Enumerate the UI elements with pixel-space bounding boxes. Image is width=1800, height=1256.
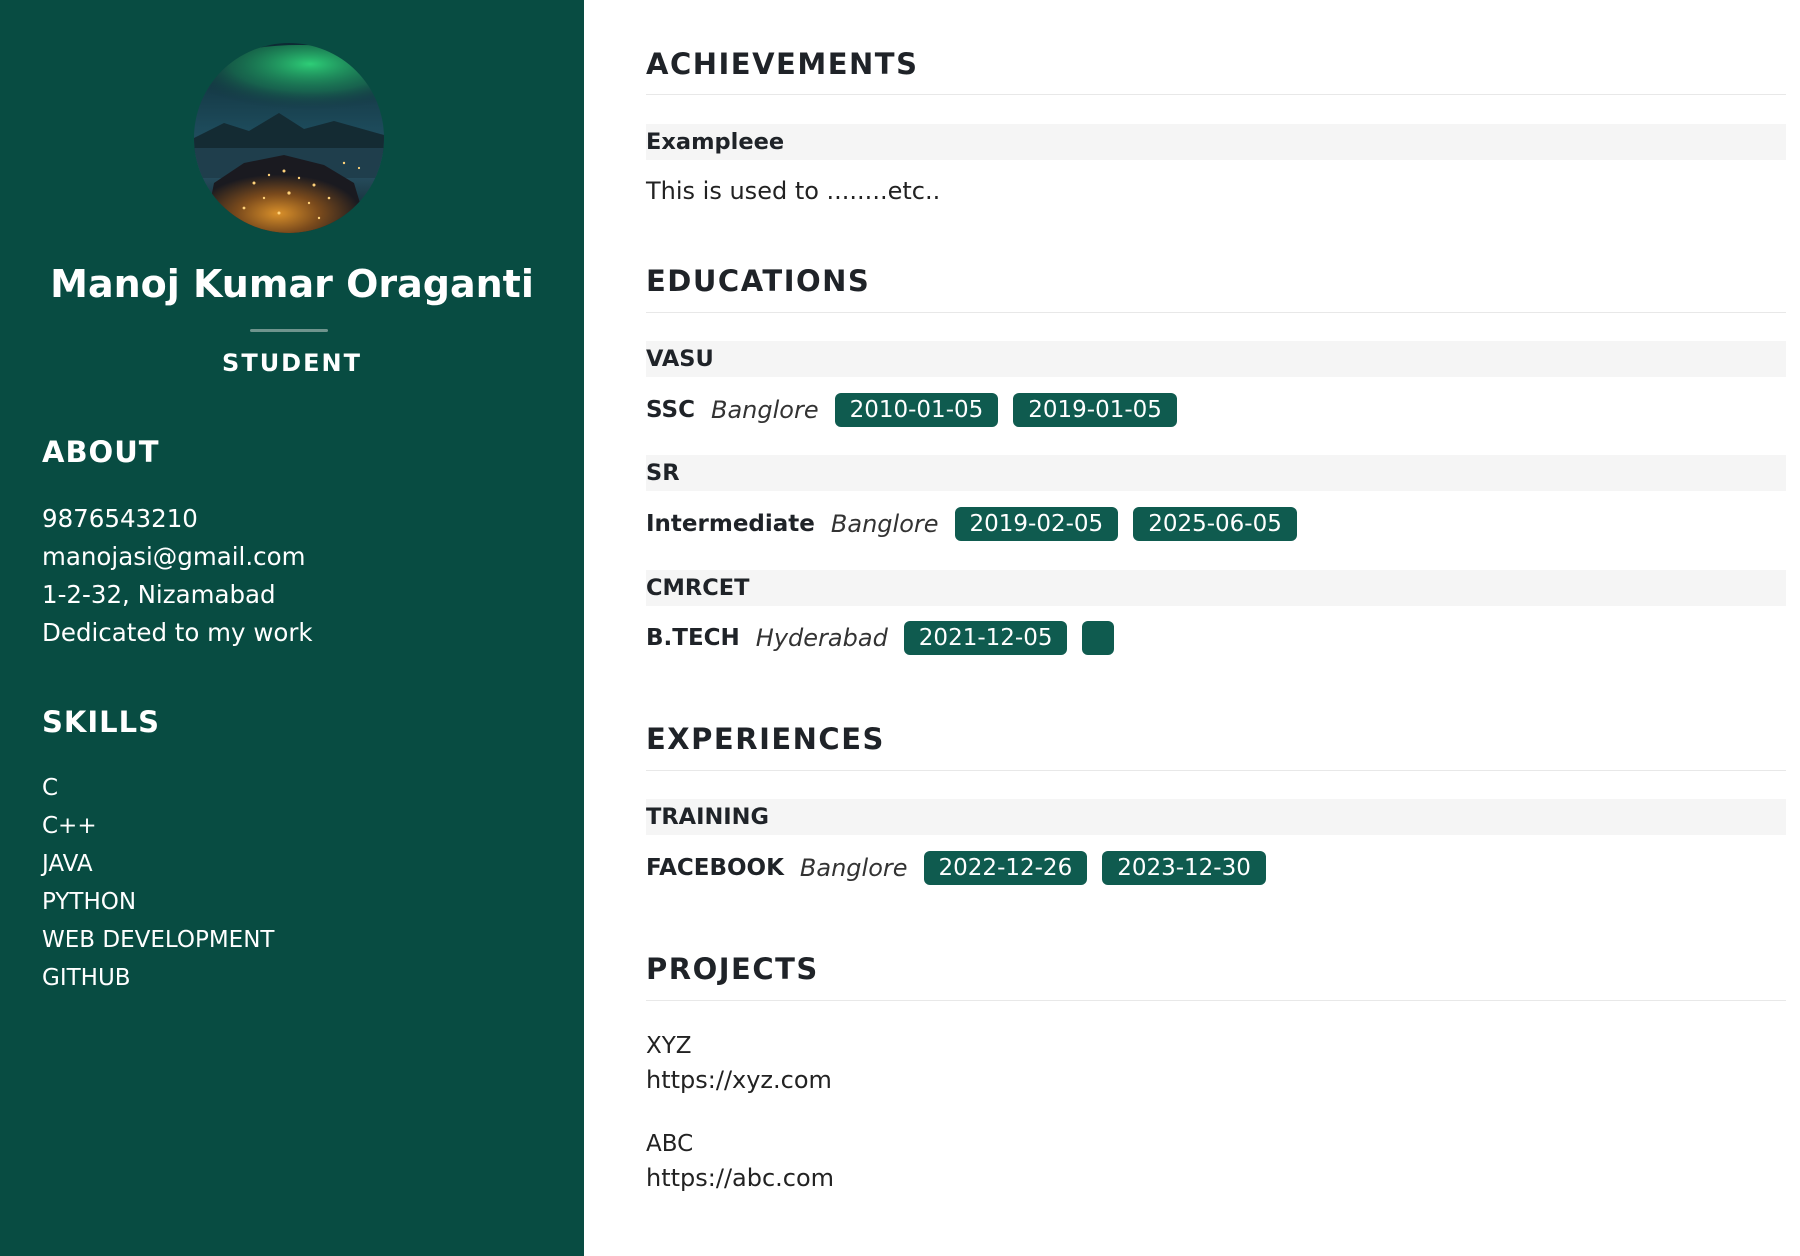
bio: Dedicated to my work [42, 618, 313, 647]
email-address: manojasi@gmail.com [42, 542, 306, 571]
section-divider [646, 312, 1786, 313]
education-entry: Intermediate Banglore 2019-02-05 2025-06… [646, 507, 1312, 541]
experience-location: Banglore [799, 854, 908, 882]
end-date-badge: 2023-12-30 [1102, 851, 1266, 885]
education-location: Banglore [710, 396, 819, 424]
address: 1-2-32, Nizamabad [42, 580, 276, 609]
end-date-badge: 2019-01-05 [1013, 393, 1177, 427]
about-heading: ABOUT [42, 435, 160, 469]
education-institution: CMRCET [646, 570, 1786, 606]
section-divider [646, 94, 1786, 95]
avatar [194, 43, 384, 233]
education-entry: SSC Banglore 2010-01-05 2019-01-05 [646, 393, 1192, 427]
end-date-badge: 2025-06-05 [1133, 507, 1297, 541]
section-divider [646, 770, 1786, 771]
education-degree: Intermediate [646, 511, 815, 537]
experience-title: TRAINING [646, 799, 1786, 835]
project-name: ABC [646, 1131, 694, 1157]
start-date-badge: 2021-12-05 [903, 621, 1068, 655]
phone-number: 9876543210 [42, 504, 198, 533]
project-link[interactable]: https://xyz.com [646, 1066, 832, 1094]
education-degree: B.TECH [646, 625, 740, 651]
aurora-city-photo [194, 43, 384, 233]
main-content: ACHIEVEMENTS Exampleee This is used to .… [646, 0, 1800, 1256]
education-location: Hyderabad [755, 624, 888, 652]
achievement-description: This is used to ........etc.. [646, 177, 941, 205]
start-date-badge: 2010-01-05 [834, 393, 999, 427]
projects-heading: PROJECTS [646, 952, 819, 986]
educations-heading: EDUCATIONS [646, 264, 871, 298]
skill-item: PYTHON [42, 889, 137, 915]
start-date-badge: 2022-12-26 [923, 851, 1088, 885]
education-location: Banglore [830, 510, 939, 538]
about-list: 9876543210 manojasi@gmail.com 1-2-32, Ni… [42, 500, 313, 652]
profile-name: Manoj Kumar Oraganti [50, 262, 534, 306]
section-divider [646, 1000, 1786, 1001]
skill-item: JAVA [42, 851, 93, 877]
project-name: XYZ [646, 1033, 692, 1059]
achievement-title: Exampleee [646, 124, 1786, 160]
profile-role: STUDENT [222, 349, 362, 377]
skills-heading: SKILLS [42, 705, 160, 739]
skill-item: WEB DEVELOPMENT [42, 927, 275, 953]
skill-item: GITHUB [42, 965, 131, 991]
education-institution: SR [646, 455, 1786, 491]
start-date-badge: 2019-02-05 [954, 507, 1119, 541]
experience-entry: FACEBOOK Banglore 2022-12-26 2023-12-30 [646, 851, 1281, 885]
education-entry: B.TECH Hyderabad 2021-12-05 [646, 621, 1129, 655]
skills-list: C C++ JAVA PYTHON WEB DEVELOPMENT GITHUB [42, 769, 274, 997]
sidebar: Manoj Kumar Oraganti STUDENT ABOUT 98765… [0, 0, 584, 1256]
education-institution: VASU [646, 341, 1786, 377]
experience-company: FACEBOOK [646, 855, 784, 881]
achievements-heading: ACHIEVEMENTS [646, 47, 919, 81]
education-degree: SSC [646, 397, 695, 423]
experiences-heading: EXPERIENCES [646, 722, 885, 756]
skill-item: C++ [42, 813, 97, 839]
skill-item: C [42, 775, 59, 801]
end-date-badge [1082, 621, 1115, 655]
project-link[interactable]: https://abc.com [646, 1164, 834, 1192]
name-divider [250, 329, 328, 332]
